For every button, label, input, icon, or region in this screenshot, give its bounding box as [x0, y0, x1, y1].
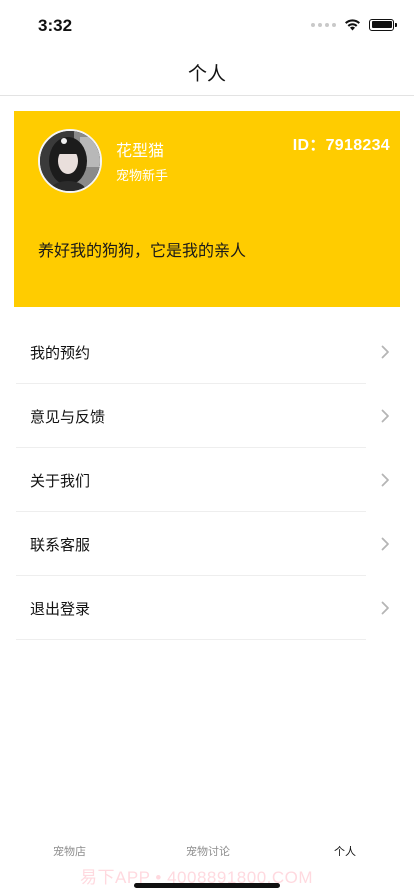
divider: [16, 639, 366, 640]
user-name: 花型猫: [116, 141, 165, 160]
avatar-photo-icon: [40, 131, 100, 191]
nav-bar: 个人: [0, 50, 414, 96]
menu-list: 我的预约 意见与反馈 关于我们 联系客服 退出登录: [16, 320, 400, 640]
user-level: 宠物新手: [116, 169, 169, 184]
home-indicator[interactable]: [134, 883, 280, 888]
chevron-right-icon: [381, 345, 389, 359]
menu-item-appointments[interactable]: 我的预约: [16, 320, 400, 384]
user-id: ID：7918234: [292, 137, 390, 154]
page-title: 个人: [187, 63, 226, 85]
menu-item-label: 我的预约: [30, 343, 91, 362]
menu-item-feedback[interactable]: 意见与反馈: [16, 384, 400, 448]
profile-card: 花型猫 宠物新手 ID：7918234 养好我的狗狗，它是我的亲人: [14, 111, 400, 307]
status-icons: [311, 18, 397, 31]
menu-item-label: 意见与反馈: [30, 407, 106, 426]
tab-pet-discussion[interactable]: 宠物讨论: [186, 843, 230, 859]
menu-item-logout[interactable]: 退出登录: [16, 576, 400, 640]
tab-profile[interactable]: 个人: [334, 843, 356, 859]
avatar[interactable]: [38, 129, 102, 193]
menu-item-label: 退出登录: [30, 599, 91, 618]
wifi-icon: [345, 19, 360, 31]
status-time: 3:32: [38, 16, 73, 35]
chevron-right-icon: [381, 601, 389, 615]
chevron-right-icon: [381, 473, 389, 487]
menu-item-contact-service[interactable]: 联系客服: [16, 512, 400, 576]
status-bar: 3:32: [0, 0, 414, 50]
chevron-right-icon: [381, 537, 389, 551]
chevron-right-icon: [381, 409, 389, 423]
user-motto: 养好我的狗狗，它是我的亲人: [38, 241, 247, 260]
signal-dots-icon: [311, 22, 336, 27]
menu-item-about-us[interactable]: 关于我们: [16, 448, 400, 512]
menu-item-label: 关于我们: [30, 471, 91, 490]
tab-pet-shop[interactable]: 宠物店: [53, 843, 86, 859]
menu-item-label: 联系客服: [30, 535, 91, 554]
battery-icon: [369, 18, 397, 31]
tab-bar: 宠物店 宠物讨论 个人: [0, 836, 414, 866]
